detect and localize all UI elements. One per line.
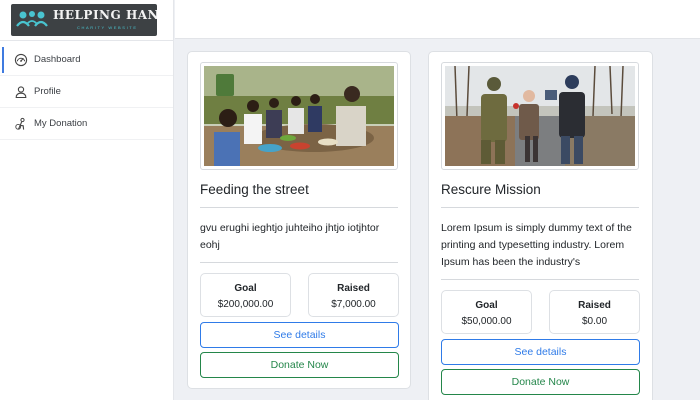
title-divider	[441, 207, 639, 208]
sidebar-item-label: Dashboard	[34, 54, 81, 65]
raised-label: Raised	[578, 300, 611, 311]
goal-label: Goal	[234, 283, 257, 294]
raised-box: Raised $7,000.00	[308, 273, 399, 317]
description-divider	[200, 262, 398, 263]
campaign-image	[441, 62, 639, 170]
raised-label: Raised	[337, 283, 370, 294]
campaign-title: Feeding the street	[200, 182, 309, 197]
brand-name: HELPING HANDS	[53, 8, 157, 22]
see-details-button[interactable]: See details	[441, 339, 640, 365]
donate-now-button[interactable]: Donate Now	[200, 352, 399, 378]
campaign-card: Feeding the street gvu erughi ieghtjo ju…	[187, 51, 411, 389]
raised-box: Raised $0.00	[549, 290, 640, 334]
gauge-icon	[14, 53, 28, 66]
campaign-image	[200, 62, 398, 170]
see-details-button[interactable]: See details	[200, 322, 399, 348]
goal-value: $200,000.00	[217, 299, 274, 310]
campaign-card: Rescure Mission Lorem Ipsum is simply du…	[428, 51, 653, 400]
sidebar-item-my-donation[interactable]: My Donation	[0, 108, 173, 140]
raised-value: $7,000.00	[331, 299, 376, 310]
user-icon	[15, 85, 27, 98]
title-divider	[200, 207, 398, 208]
goal-label: Goal	[475, 300, 498, 311]
donation-hand-icon	[15, 117, 25, 130]
brand-subtitle: CHARITY WEBSITE	[77, 25, 138, 30]
brand-logo[interactable]: HELPING HANDS CHARITY WEBSITE	[11, 4, 157, 36]
goal-box: Goal $50,000.00	[441, 290, 532, 334]
raised-value: $0.00	[581, 316, 608, 327]
donate-now-button[interactable]: Donate Now	[441, 369, 640, 395]
sidebar-item-profile[interactable]: Profile	[0, 76, 173, 108]
campaign-title: Rescure Mission	[441, 182, 541, 197]
sidebar-item-label: Profile	[34, 86, 61, 97]
sidebar-item-label: My Donation	[34, 118, 88, 129]
sidebar: HELPING HANDS CHARITY WEBSITE Dashboard …	[0, 0, 174, 400]
campaign-description: Lorem Ipsum is simply dummy text of the …	[441, 222, 632, 268]
goal-box: Goal $200,000.00	[200, 273, 291, 317]
top-bar	[175, 0, 700, 39]
people-group-icon	[16, 11, 48, 27]
sidebar-divider	[0, 40, 174, 41]
sidebar-item-dashboard[interactable]: Dashboard	[0, 44, 173, 76]
campaign-description: gvu erughi ieghtjo juhteiho jhtjo iotjht…	[200, 222, 380, 251]
description-divider	[441, 279, 639, 280]
goal-value: $50,000.00	[461, 316, 512, 327]
sidebar-nav: Dashboard Profile My Donation	[0, 44, 173, 140]
